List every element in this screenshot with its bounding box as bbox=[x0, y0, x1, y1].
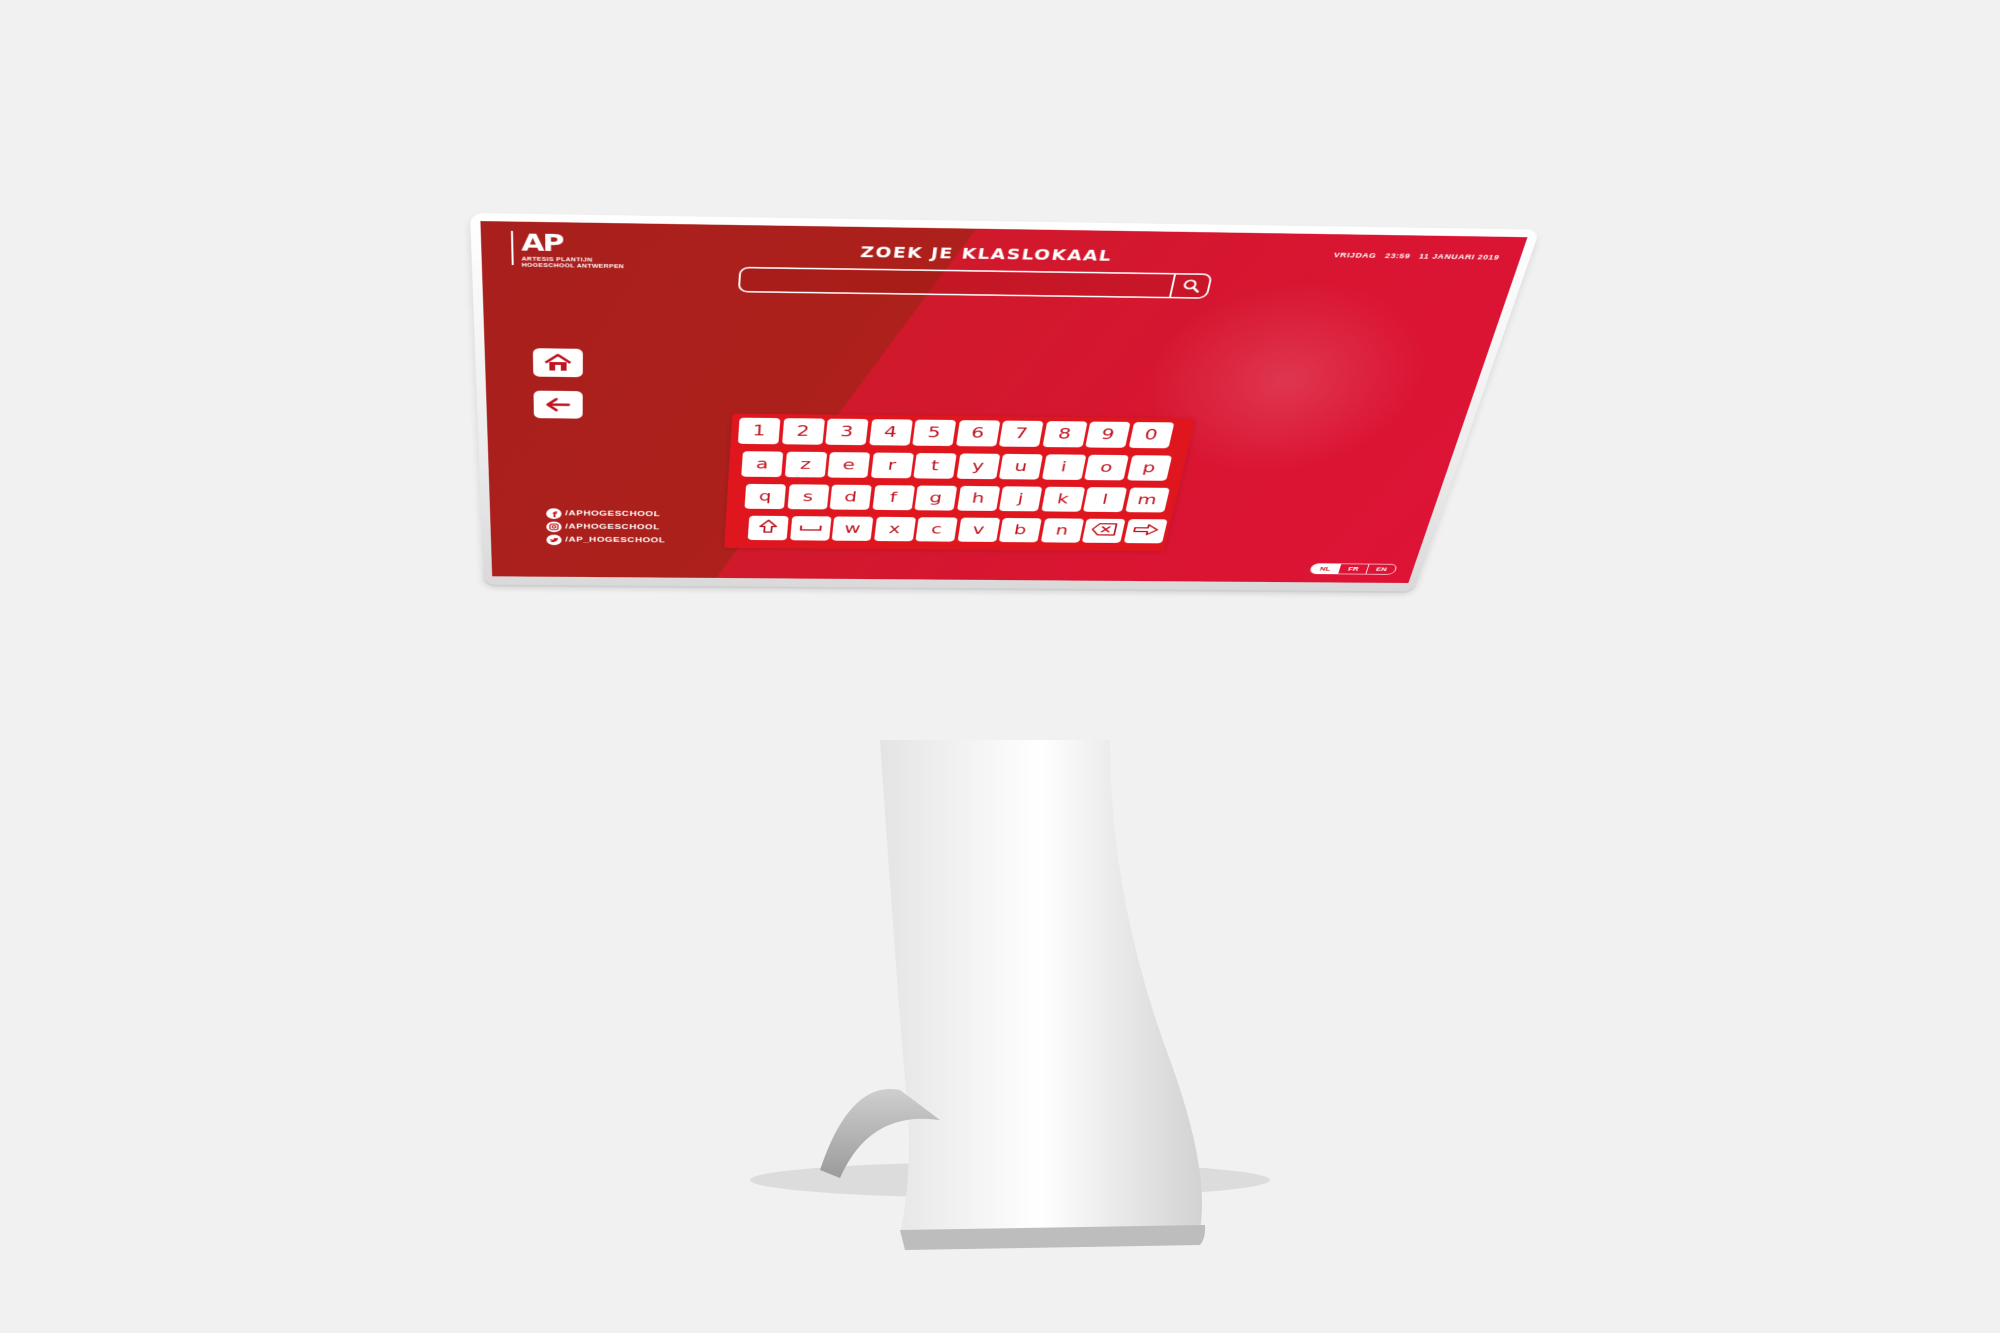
social-twitter[interactable]: /AP_HOGESCHOOL bbox=[546, 535, 665, 546]
kiosk-scene: AP ARTESIS PLANTIJN HOGESCHOOL ANTWERPEN… bbox=[0, 0, 2000, 1333]
day-label: VRIJDAG bbox=[1333, 251, 1378, 259]
logo-mark: AP bbox=[521, 230, 563, 258]
key-y[interactable]: y bbox=[956, 453, 1000, 479]
key-0[interactable]: 0 bbox=[1128, 422, 1174, 448]
key-p[interactable]: p bbox=[1126, 455, 1171, 481]
key-m[interactable]: m bbox=[1125, 488, 1170, 513]
search-input[interactable] bbox=[740, 268, 1170, 296]
twitter-icon bbox=[546, 535, 561, 546]
on-screen-keyboard: 1234567890 azertyuiop qsdfghjklm wxcvbn bbox=[724, 413, 1195, 551]
key-backspace[interactable] bbox=[1082, 519, 1126, 543]
key-i[interactable]: i bbox=[1041, 454, 1086, 480]
key-h[interactable]: h bbox=[957, 486, 1000, 511]
key-space[interactable] bbox=[790, 516, 831, 541]
datetime: VRIJDAG 23:59 11 JANUARI 2019 bbox=[1327, 251, 1501, 261]
lang-option-en[interactable]: EN bbox=[1365, 564, 1396, 574]
stand-column bbox=[880, 740, 1202, 1235]
key-q[interactable]: q bbox=[744, 484, 786, 509]
key-d[interactable]: d bbox=[830, 485, 872, 510]
key-5[interactable]: 5 bbox=[912, 420, 956, 446]
time-label: 23:59 bbox=[1384, 252, 1411, 260]
instagram-icon bbox=[546, 521, 561, 532]
key-8[interactable]: 8 bbox=[1042, 421, 1087, 447]
lang-option-fr[interactable]: FR bbox=[1337, 564, 1368, 574]
key-3[interactable]: 3 bbox=[825, 419, 868, 446]
key-shift[interactable] bbox=[748, 516, 789, 541]
facebook-icon: f bbox=[546, 508, 561, 519]
key-v[interactable]: v bbox=[957, 518, 1000, 542]
logo-bar bbox=[511, 231, 514, 265]
home-button[interactable] bbox=[533, 348, 583, 377]
space-icon bbox=[798, 521, 823, 537]
kiosk-monitor: AP ARTESIS PLANTIJN HOGESCHOOL ANTWERPEN… bbox=[470, 213, 1540, 591]
search-button[interactable] bbox=[1172, 275, 1211, 298]
language-switcher: NL FR EN bbox=[1309, 563, 1398, 574]
kiosk-stand bbox=[0, 0, 2000, 1333]
arrow-left-icon bbox=[544, 397, 572, 412]
backspace-icon bbox=[1089, 522, 1119, 539]
key-k[interactable]: k bbox=[1041, 487, 1085, 512]
lang-option-nl[interactable]: NL bbox=[1310, 564, 1340, 574]
search-bar bbox=[738, 267, 1213, 299]
logo-line2: HOGESCHOOL ANTWERPEN bbox=[522, 263, 624, 270]
key-6[interactable]: 6 bbox=[956, 420, 1000, 446]
key-7[interactable]: 7 bbox=[999, 421, 1044, 447]
home-icon bbox=[543, 353, 572, 372]
page-title: ZOEK JE KLASLOKAAL bbox=[858, 244, 1115, 265]
key-g[interactable]: g bbox=[914, 485, 957, 510]
enter-arrow-icon bbox=[1130, 523, 1160, 539]
kiosk-screen: AP ARTESIS PLANTIJN HOGESCHOOL ANTWERPEN… bbox=[480, 221, 1527, 583]
social-handle: /APHOGESCHOOL bbox=[565, 523, 660, 531]
key-e[interactable]: e bbox=[827, 452, 870, 478]
key-c[interactable]: c bbox=[915, 517, 957, 541]
svg-text:f: f bbox=[552, 510, 557, 518]
key-a[interactable]: a bbox=[741, 451, 783, 477]
back-button[interactable] bbox=[533, 391, 582, 419]
key-4[interactable]: 4 bbox=[869, 419, 913, 446]
key-x[interactable]: x bbox=[874, 517, 916, 541]
key-z[interactable]: z bbox=[784, 452, 826, 478]
key-u[interactable]: u bbox=[999, 454, 1043, 480]
key-t[interactable]: t bbox=[913, 453, 956, 479]
social-facebook[interactable]: f /APHOGESCHOOL bbox=[546, 508, 660, 520]
social-handle: /AP_HOGESCHOOL bbox=[565, 536, 665, 544]
key-l[interactable]: l bbox=[1083, 487, 1127, 512]
key-s[interactable]: s bbox=[787, 484, 829, 509]
key-w[interactable]: w bbox=[832, 516, 874, 541]
key-f[interactable]: f bbox=[872, 485, 915, 510]
key-1[interactable]: 1 bbox=[738, 418, 781, 445]
date-label: 11 JANUARI 2019 bbox=[1418, 252, 1501, 261]
shift-icon bbox=[758, 519, 779, 538]
key-9[interactable]: 9 bbox=[1085, 422, 1130, 448]
key-enter-arrow[interactable] bbox=[1123, 519, 1167, 543]
key-b[interactable]: b bbox=[999, 518, 1042, 542]
social-instagram[interactable]: /APHOGESCHOOL bbox=[546, 521, 660, 533]
search-icon bbox=[1180, 278, 1203, 293]
key-j[interactable]: j bbox=[999, 486, 1043, 511]
key-o[interactable]: o bbox=[1084, 455, 1129, 481]
key-r[interactable]: r bbox=[870, 453, 913, 479]
social-handle: /APHOGESCHOOL bbox=[565, 510, 660, 518]
key-n[interactable]: n bbox=[1040, 518, 1083, 542]
key-2[interactable]: 2 bbox=[782, 418, 825, 445]
